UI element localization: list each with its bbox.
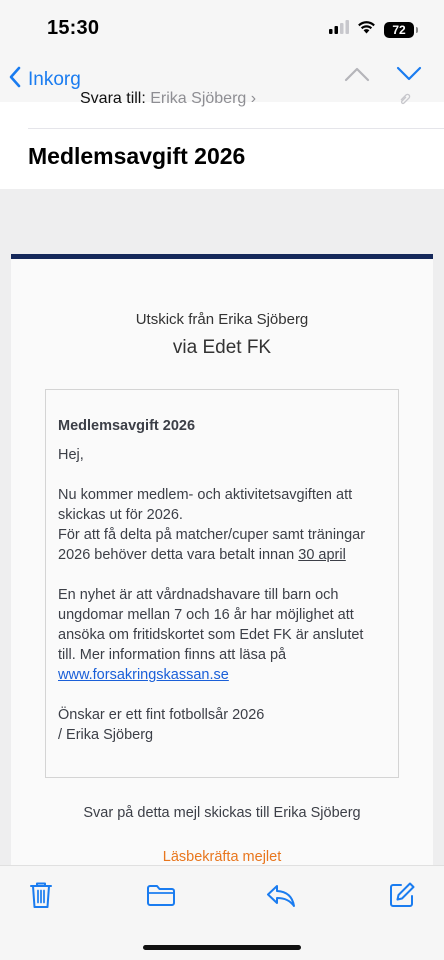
- status-icons: 72: [329, 20, 418, 39]
- deadline-date[interactable]: 30 april: [298, 547, 346, 563]
- email-body: Utskick från Erika Sjöberg via Edet FK M…: [0, 189, 444, 865]
- header-divider: [28, 128, 444, 129]
- reply-note: Svar på detta mejl skickas till Erika Sj…: [83, 805, 361, 821]
- move-to-folder-button[interactable]: [146, 882, 176, 912]
- trash-button[interactable]: [26, 882, 56, 912]
- chevron-right-icon: ›: [250, 90, 257, 107]
- greeting: Hej,: [58, 447, 84, 463]
- message-box: Medlemsavgift 2026 Hej, Nu kommer medlem…: [45, 389, 399, 778]
- paragraph-fees: Nu kommer medlem- och aktivitetsavgiften…: [58, 485, 384, 565]
- folder-icon: [146, 883, 176, 912]
- cellular-signal-icon: [329, 20, 349, 39]
- message-title: Medlemsavgift 2026: [58, 418, 196, 434]
- attachment-icon: [398, 92, 412, 111]
- read-confirm-link[interactable]: Läsbekräfta mejlet: [11, 849, 433, 865]
- chevron-down-icon[interactable]: [396, 66, 422, 87]
- reply-to-label: Svara till:: [80, 90, 146, 107]
- closing: Önskar er ett fint fotbollsår 2026: [58, 707, 265, 723]
- reply-to-name: Erika Sjöberg: [150, 90, 247, 107]
- paragraph-fees-line1: Nu kommer medlem- och aktivitetsavgiften…: [58, 487, 353, 523]
- sender-line: Utskick från Erika Sjöberg: [135, 311, 309, 328]
- back-label: Inkorg: [28, 69, 81, 90]
- paragraph-fees-line2: För att få delta på matcher/cuper samt t…: [58, 525, 384, 565]
- email-subject: Medlemsavgift 2026: [28, 143, 246, 169]
- compose-icon: [388, 881, 416, 914]
- signature: / Erika Sjöberg: [58, 727, 154, 743]
- reply-button[interactable]: [266, 882, 296, 912]
- forsakringskassan-link[interactable]: www.forsakringskassan.se: [58, 667, 229, 683]
- reply-arrow-icon: [266, 882, 296, 913]
- reply-to-row[interactable]: Svara till: Erika Sjöberg ›: [80, 90, 256, 108]
- chevron-up-icon[interactable]: [344, 66, 370, 87]
- back-button[interactable]: Inkorg: [8, 64, 81, 96]
- status-time: 15:30: [47, 17, 100, 39]
- compose-button[interactable]: [387, 882, 417, 912]
- wifi-icon: [357, 20, 376, 39]
- status-bar: 15:30 72: [0, 0, 444, 58]
- battery-indicator: 72: [384, 21, 418, 38]
- message-navigation: [344, 66, 422, 87]
- club-name: via Edet FK: [172, 337, 272, 358]
- paragraph-fritidskort-text: En nyhet är att vårdnadshavare till barn…: [58, 587, 364, 663]
- chevron-left-icon: [8, 66, 22, 94]
- trash-icon: [29, 881, 53, 914]
- paragraph-fritidskort: En nyhet är att vårdnadshavare till barn…: [58, 585, 384, 685]
- home-indicator: [143, 945, 301, 950]
- email-card: Utskick från Erika Sjöberg via Edet FK M…: [11, 254, 433, 865]
